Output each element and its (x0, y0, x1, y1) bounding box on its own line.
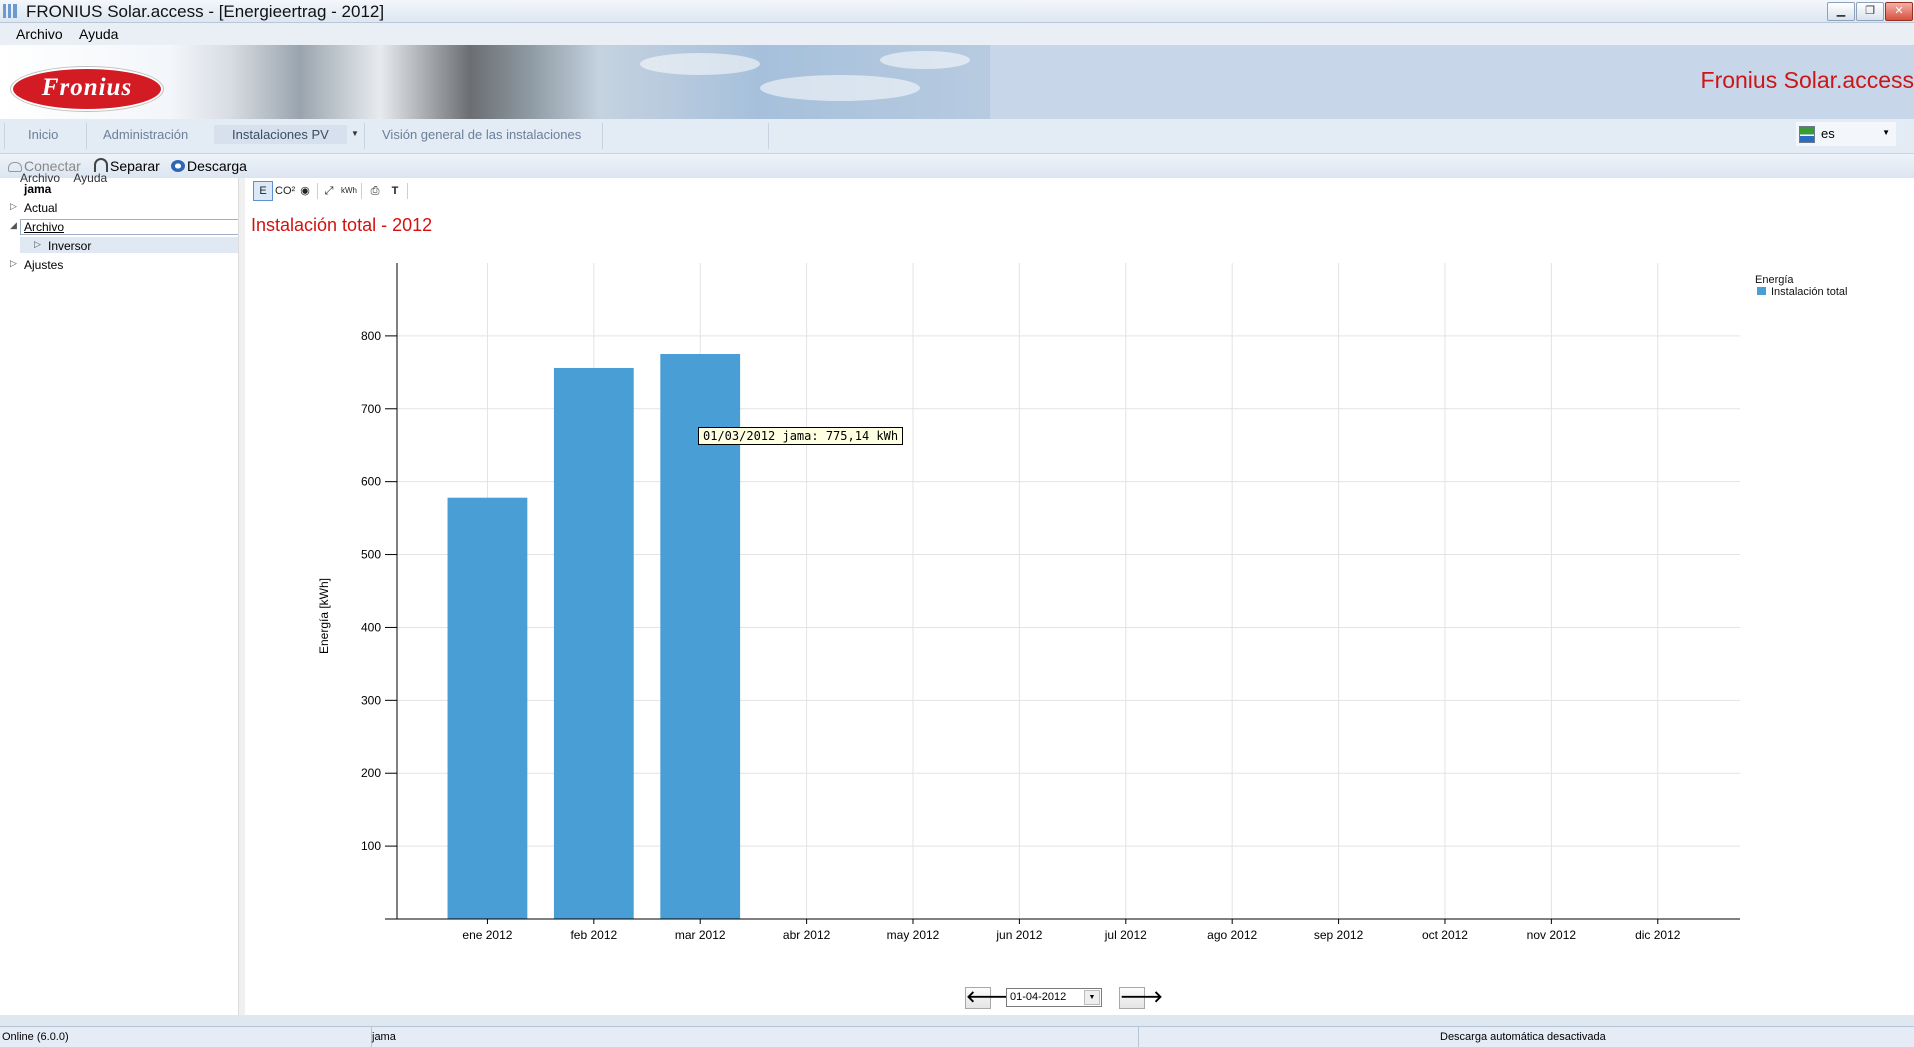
x-tick-label: oct 2012 (1422, 928, 1468, 942)
tree-item-actual[interactable]: ▷ Actual (10, 201, 57, 215)
minimize-button[interactable]: ▁ (1827, 2, 1855, 21)
y-tick-label: 100 (361, 839, 381, 853)
tree-item-inversor[interactable]: ▷ Inversor (34, 239, 91, 253)
window-title: FRONIUS Solar.access - [Energieertrag - … (26, 2, 385, 21)
chevron-down-icon: ▼ (1882, 128, 1890, 137)
y-tick-label: 300 (361, 693, 381, 707)
x-tick-label: jun 2012 (995, 928, 1042, 942)
legend-swatch (1757, 287, 1766, 295)
y-axis-label: Energía [kWh] (317, 578, 331, 654)
language-select[interactable]: es ▼ (1795, 121, 1897, 147)
y-tick-label: 500 (361, 548, 381, 562)
date-select[interactable]: 01-04-2012 ▼ (1006, 988, 1102, 1007)
status-connection: Online (6.0.0) (2, 1031, 69, 1043)
expand-icon[interactable]: ▷ (10, 201, 17, 212)
restore-button[interactable]: ❐ (1856, 2, 1884, 21)
tab-vision-general[interactable]: Visión general de las instalaciones (378, 127, 585, 142)
date-navigation: 🡐 01-04-2012 ▼ 🡒 (245, 987, 1914, 1011)
fronius-logo: Fronius (11, 67, 163, 111)
x-tick-label: feb 2012 (570, 928, 617, 942)
download-button[interactable]: Descarga (171, 158, 247, 174)
y-tick-label: 200 (361, 766, 381, 780)
menu-ayuda[interactable]: Ayuda (79, 26, 118, 42)
next-arrow-button[interactable]: 🡒 (1119, 987, 1163, 1009)
tab-inicio[interactable]: Inicio (24, 127, 62, 142)
header-banner: Fronius Fronius Solar.access (0, 45, 1914, 119)
y-tick-label: 800 (361, 329, 381, 343)
energy-chart: 100 200 300 400 500 600 700 800 ene 2012 feb 2012… (317, 263, 1740, 942)
x-tick-label: abr 2012 (783, 928, 831, 942)
tree-root-jama[interactable]: jama (24, 182, 51, 196)
language-value: es (1821, 126, 1835, 141)
tab-instalaciones-pv[interactable]: Instalaciones PV (214, 125, 347, 144)
app-icon (3, 4, 17, 18)
x-tick-label: may 2012 (887, 928, 940, 942)
status-system: jama (372, 1031, 396, 1043)
bar-ene-2012 (447, 497, 528, 919)
brand-title: Fronius Solar.access (1700, 67, 1914, 93)
tree-item-ajustes[interactable]: ▷ Ajustes (10, 258, 63, 272)
status-auto-download: Descarga automática desactivada (1440, 1031, 1606, 1043)
y-tick-label: 400 (361, 620, 381, 634)
menu-bar: Archivo Ayuda (0, 23, 1914, 45)
instalaciones-dropdown-icon[interactable]: ▼ (351, 129, 359, 138)
date-value: 01-04-2012 (1010, 991, 1067, 1003)
legend-title: Energía (1755, 274, 1794, 286)
x-tick-label: mar 2012 (675, 928, 726, 942)
toolbar: Conectar Separar Descarga (0, 154, 1914, 178)
download-icon (171, 160, 185, 172)
main-navigation: Inicio Administración Instalaciones PV ▼… (0, 119, 1914, 154)
x-tick-label: ene 2012 (462, 928, 512, 942)
close-button[interactable]: ✕ (1885, 2, 1913, 21)
bar-feb-2012 (553, 367, 634, 919)
x-tick-label: nov 2012 (1527, 928, 1577, 942)
chart-legend: Energía Instalación total (1755, 274, 1847, 298)
tree-panel: Archivo Ayuda jama ▷ Actual ◢ Archivo ▷ Inv… (0, 171, 245, 1015)
chevron-down-icon[interactable]: ▼ (1084, 990, 1100, 1005)
collapse-icon[interactable]: ◢ (10, 220, 17, 231)
tab-administracion[interactable]: Administración (99, 127, 192, 142)
prev-arrow-button[interactable]: 🡐 (965, 987, 1009, 1009)
expand-icon[interactable]: ▷ (34, 239, 41, 250)
menu-archivo[interactable]: Archivo (16, 26, 63, 42)
bar-tooltip: 01/03/2012 jama: 775,14 kWh (698, 427, 904, 445)
x-tick-label: ago 2012 (1207, 928, 1257, 942)
y-tick-label: 600 (361, 475, 381, 489)
title-bar: FRONIUS Solar.access - [Energieertrag - … (0, 0, 1914, 23)
content-area: E CO² ◉ ⤢ kWh ⎙ T Instalación total - 20… (245, 178, 1914, 1015)
tree-splitter[interactable] (238, 178, 245, 1015)
unplug-icon (94, 158, 108, 172)
x-tick-label: jul 2012 (1104, 928, 1147, 942)
tree-item-archivo[interactable]: ◢ Archivo (10, 220, 64, 234)
language-flag-icon (1799, 126, 1815, 143)
expand-icon[interactable]: ▷ (10, 258, 17, 269)
x-tick-label: dic 2012 (1635, 928, 1681, 942)
legend-item: Instalación total (1755, 286, 1847, 298)
x-tick-label: sep 2012 (1314, 928, 1364, 942)
y-tick-label: 700 (361, 402, 381, 416)
status-bar: Online (6.0.0) jama Descarga automática … (0, 1026, 1914, 1047)
